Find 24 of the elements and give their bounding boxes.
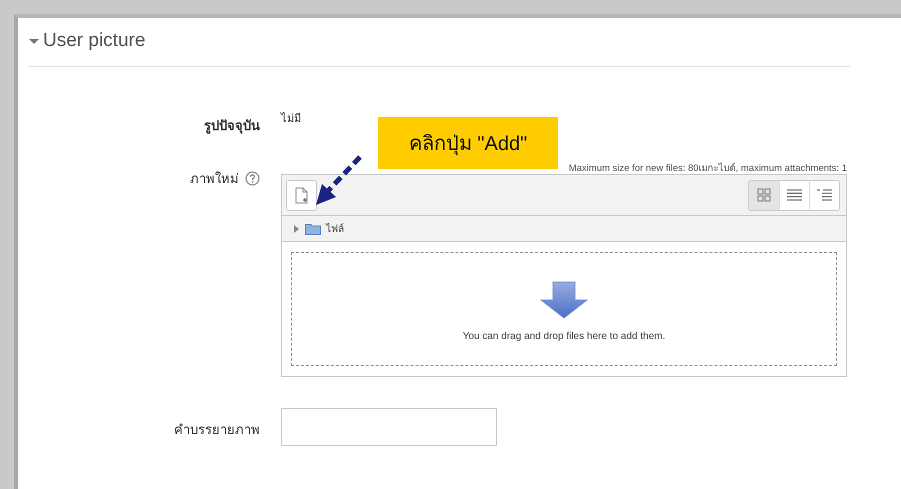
- dashed-arrow: [314, 153, 364, 207]
- file-add-icon: [294, 186, 308, 204]
- field-label: คำบรรยายภาพ: [174, 421, 260, 439]
- view-toggle-button[interactable]: [779, 180, 809, 210]
- drop-zone-text: You can drag and drop files here to add them.: [462, 331, 666, 342]
- view-toggle-button[interactable]: [809, 180, 839, 210]
- caption-input[interactable]: [281, 408, 497, 446]
- help-icon[interactable]: [245, 171, 260, 186]
- list-view-icon: [787, 189, 802, 201]
- tree-view-icon: [817, 189, 832, 201]
- view-toggle-button[interactable]: [749, 180, 779, 210]
- grid-view-icon: [757, 188, 771, 202]
- folder-name[interactable]: ไฟล์: [326, 221, 344, 236]
- down-arrow-icon: [539, 281, 589, 319]
- drop-zone[interactable]: You can drag and drop files here to add them.: [291, 252, 837, 366]
- field-value: ไม่มี: [281, 111, 301, 127]
- expand-triangle-icon[interactable]: [293, 224, 300, 232]
- section-title[interactable]: User picture: [43, 30, 146, 52]
- callout-label: คลิกปุ่ม "Add": [378, 117, 558, 169]
- folder-icon: [305, 222, 321, 234]
- field-label: ภาพใหม่: [190, 170, 239, 188]
- add-file-button[interactable]: [286, 180, 317, 210]
- field-label: รูปปัจจุบัน: [204, 117, 260, 136]
- upload-limits-text: Maximum size for new files: 80เมกะไบต์, maximum attachments: 1: [568, 162, 847, 174]
